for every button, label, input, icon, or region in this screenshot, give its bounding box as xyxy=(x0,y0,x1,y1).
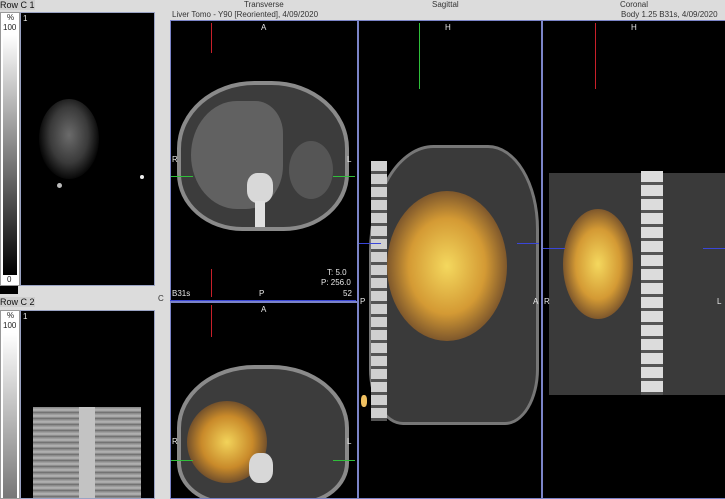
orient-r: R xyxy=(544,297,550,306)
crosshair-green xyxy=(333,176,355,177)
row-c1-title: Row C 1 xyxy=(0,0,35,10)
scale-gradient xyxy=(3,333,17,498)
slice-number: 52 xyxy=(343,289,352,298)
row-c2-title: Row C 2 xyxy=(0,297,35,307)
orient-a: A xyxy=(533,297,539,306)
ct-spine-sagittal xyxy=(371,161,387,421)
scale-spacer xyxy=(0,286,18,294)
scale-min: 0 xyxy=(7,275,12,284)
orient-p: P xyxy=(259,289,265,298)
sagittal-viewport[interactable]: H P A xyxy=(358,20,542,499)
crosshair-green xyxy=(171,176,193,177)
crosshair-green xyxy=(419,23,420,89)
hot-spot xyxy=(140,175,144,179)
pet-uptake-liver xyxy=(387,191,507,341)
side-marker: C xyxy=(158,294,164,303)
ct-vertebra xyxy=(247,173,273,203)
coronal-viewport[interactable]: H R L xyxy=(542,20,725,499)
crosshair-red xyxy=(595,23,596,89)
header-transverse: Transverse xyxy=(244,0,284,9)
orient-l: L xyxy=(717,297,722,306)
frame-index: 1 xyxy=(23,14,28,23)
orient-h: H xyxy=(445,23,451,32)
hot-spot xyxy=(361,395,367,407)
orient-p: P xyxy=(360,297,366,306)
crosshair-blue xyxy=(359,243,381,244)
orient-r: R xyxy=(172,437,178,446)
crosshair-green xyxy=(171,460,193,461)
scale-max: 100 xyxy=(3,23,17,32)
crosshair-blue xyxy=(517,243,539,244)
orient-a: A xyxy=(261,305,267,314)
ct-spine-process xyxy=(255,201,265,227)
scale-unit: % xyxy=(7,311,15,320)
row-c1-viewport[interactable]: 1 xyxy=(20,12,155,286)
crosshair-green xyxy=(333,460,355,461)
frame-index: 1 xyxy=(23,312,28,321)
scale-gradient xyxy=(3,35,17,275)
hot-spot xyxy=(57,183,62,188)
crosshair-red xyxy=(211,23,212,53)
transverse-ct-viewport[interactable]: A R L B31s P T: 5.0 P: 256.0 52 xyxy=(170,20,358,302)
row-c1-scale[interactable]: % 100 0 xyxy=(0,12,20,286)
orient-l: L xyxy=(347,437,352,446)
t-value: T: 5.0 xyxy=(327,268,347,277)
crosshair-blue xyxy=(170,300,356,301)
scale-max: 100 xyxy=(3,321,17,330)
ct-spine-coronal xyxy=(641,171,663,395)
scale-unit: % xyxy=(7,13,15,22)
crosshair-blue xyxy=(703,248,725,249)
ct-spleen xyxy=(289,141,333,199)
series-info: Body 1.25 B31s, 4/09/2020 xyxy=(621,10,718,19)
header-coronal: Coronal xyxy=(620,0,649,9)
header-sagittal: Sagittal xyxy=(432,0,459,9)
p-value: P: 256.0 xyxy=(321,278,351,287)
row-c2-viewport[interactable]: 1 xyxy=(20,310,155,499)
crosshair-red xyxy=(211,269,212,297)
ct-spine-mip xyxy=(33,407,141,498)
spect-blob xyxy=(39,99,99,179)
study-title: Liver Tomo - Y90 [Reoriented], 4/09/2020 xyxy=(172,10,319,19)
orient-h: H xyxy=(631,23,637,32)
pet-uptake-liver xyxy=(563,209,633,319)
transverse-fused-viewport[interactable]: A R L xyxy=(170,302,358,499)
crosshair-red xyxy=(211,305,212,337)
orient-l: L xyxy=(347,155,352,164)
row-c2-scale[interactable]: % 100 xyxy=(0,310,20,499)
kernel-label: B31s xyxy=(172,289,191,298)
ct-vertebra xyxy=(249,453,273,483)
crosshair-blue xyxy=(543,248,565,249)
orient-r: R xyxy=(172,155,178,164)
orient-a: A xyxy=(261,23,267,32)
